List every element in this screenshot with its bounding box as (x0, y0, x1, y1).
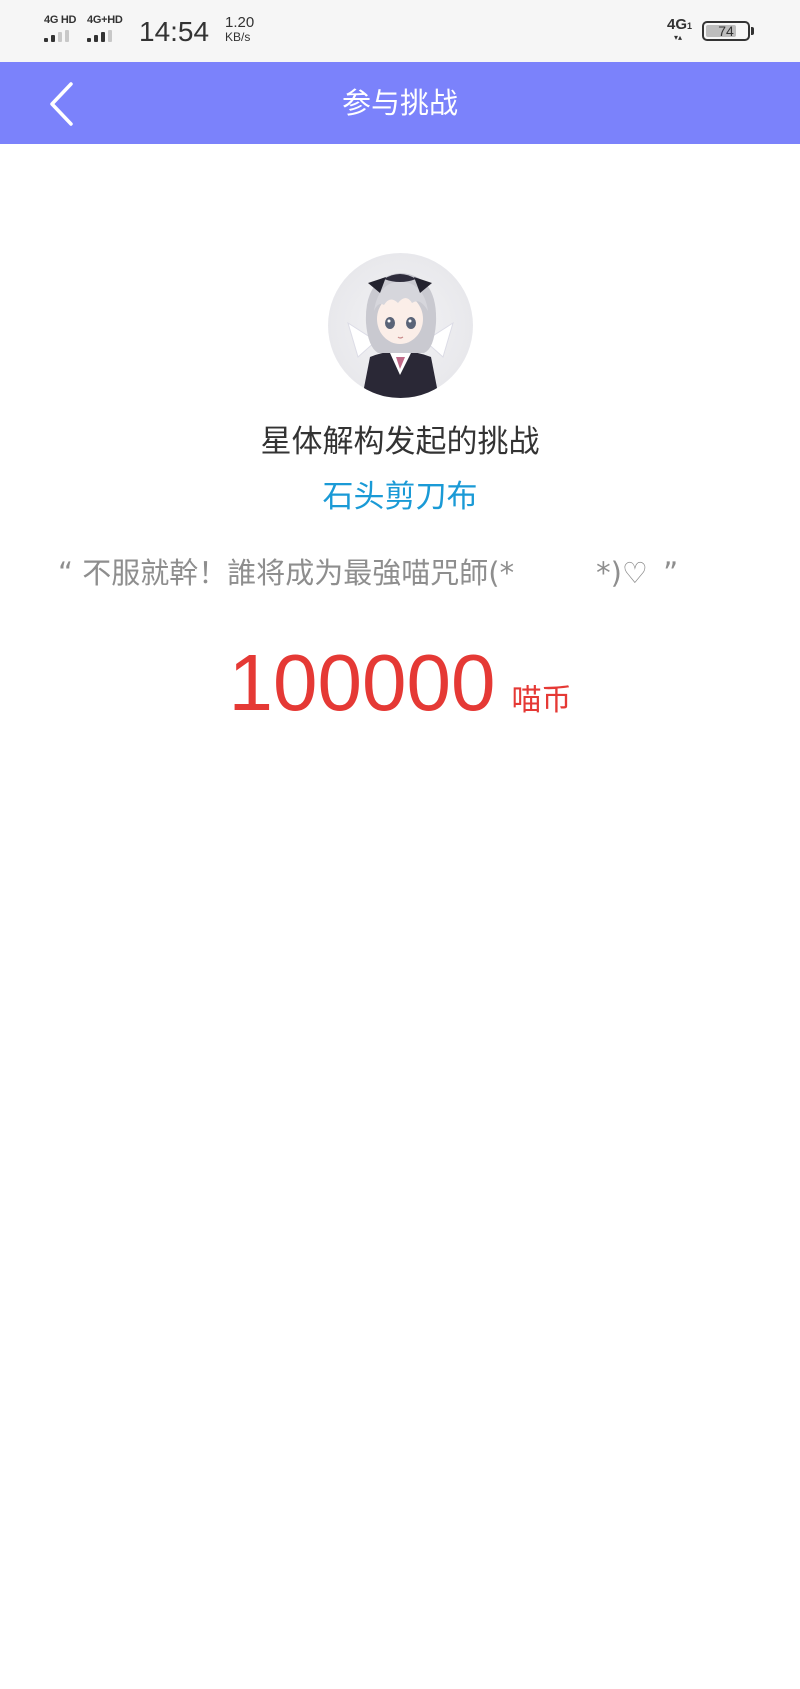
slogan-tail: *)♡ (596, 556, 648, 590)
network-type: 4G1 ▾▴ (667, 16, 693, 42)
net-speed-value: 1.20 (225, 14, 255, 31)
reward: 100000 喵币 (0, 633, 800, 733)
challenger-line: 星体解构发起的挑战 (260, 424, 540, 460)
reward-amount: 100000 (228, 638, 496, 727)
page-title: 参与挑战 (341, 86, 458, 120)
net-speed: 1.20 KB/s (225, 14, 255, 44)
net-speed-unit: KB/s (225, 30, 251, 44)
network-sub-label: 1 (687, 21, 693, 31)
game-name-link[interactable]: 石头剪刀布 (0, 475, 800, 519)
reward-unit: 喵币 (511, 683, 572, 718)
sim1-label: 4G HD (44, 14, 77, 26)
challenge-slogan: “ 不服就幹！誰将成为最強喵咒師(* *)♡ ” (58, 551, 750, 595)
open-quote: “ (58, 556, 74, 590)
chevron-left-icon (50, 82, 73, 126)
status-bar: 4G HD 4G+HD 14:54 1.20 KB/s 4G1 ▾▴ 74 (0, 0, 800, 62)
sim2-label: 4G+HD (87, 14, 123, 26)
battery-tip (751, 27, 754, 35)
data-arrows-icon: ▾▴ (674, 33, 683, 42)
battery-icon: 74 (702, 21, 750, 41)
anime-character-avatar-icon (328, 253, 473, 398)
network-type-label: 4G (667, 16, 688, 33)
status-time: 14:54 (139, 16, 210, 47)
close-quote: ” (663, 556, 679, 590)
nav-bar: 参与挑战 (0, 62, 800, 144)
back-button[interactable] (30, 62, 100, 144)
sim2-signal-bars-icon (87, 30, 127, 42)
slogan-text: 不服就幹！誰将成为最強喵咒師(* (82, 556, 515, 590)
battery-level: 74 (718, 23, 734, 39)
avatar[interactable] (328, 253, 473, 398)
sim1-signal-bars-icon (44, 30, 84, 42)
